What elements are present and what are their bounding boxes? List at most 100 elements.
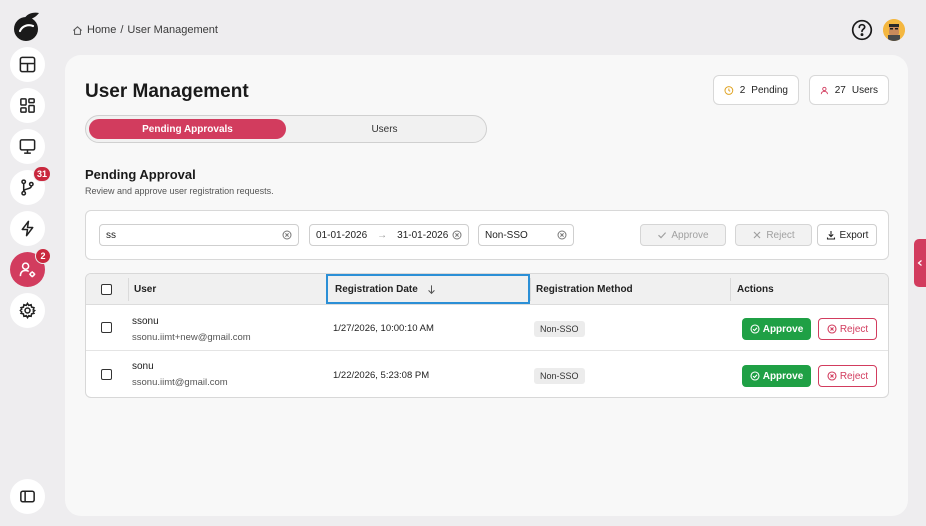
clear-method-icon[interactable] [557, 230, 567, 240]
column-divider [530, 278, 531, 301]
bulk-approve-button[interactable]: Approve [640, 224, 726, 246]
user-gear-icon [19, 262, 36, 278]
tab-users[interactable]: Users [286, 119, 483, 139]
row-checkbox[interactable] [101, 322, 112, 333]
filter-bar: 01-01-2026 → 31-01-2026 Non-SSO Approve … [85, 210, 889, 260]
users-count: 27 [834, 84, 846, 96]
grid-icon [20, 98, 35, 113]
nav-monitor[interactable] [10, 129, 45, 164]
sorted-column-highlight [326, 274, 530, 304]
approve-label: Approve [762, 323, 804, 335]
user-name: sonu [132, 361, 154, 372]
breadcrumb-current: User Management [127, 24, 218, 36]
nav-user-management[interactable]: 2 [10, 248, 51, 287]
layout-icon [19, 56, 36, 73]
pending-count-badge[interactable]: 2 Pending [713, 75, 799, 105]
x-circle-icon [827, 324, 837, 334]
nav-settings[interactable] [10, 293, 45, 328]
bulk-approve-label: Approve [671, 229, 709, 241]
nav-widgets[interactable] [10, 88, 45, 123]
pending-count: 2 [739, 84, 746, 96]
reject-button[interactable]: Reject [818, 365, 877, 387]
reject-label: Reject [839, 323, 869, 335]
help-icon[interactable] [851, 19, 873, 41]
x-circle-icon [827, 371, 837, 381]
user-email: ssonu.iimt+new@gmail.com [132, 332, 251, 343]
breadcrumb-separator: / [120, 24, 124, 36]
home-icon[interactable] [72, 25, 83, 36]
export-label: Export [839, 229, 869, 241]
column-divider [128, 278, 129, 301]
section-title: Pending Approval [85, 167, 196, 182]
search-input[interactable] [106, 229, 276, 241]
column-header-actions: Actions [737, 284, 774, 295]
user-icon [820, 86, 828, 94]
approve-button[interactable]: Approve [742, 318, 811, 340]
date-range-picker[interactable]: 01-01-2026 → 31-01-2026 [309, 224, 469, 246]
user-avatar[interactable] [883, 19, 905, 41]
date-to: 31-01-2026 [397, 229, 449, 241]
clear-search-icon[interactable] [282, 230, 292, 240]
lightning-icon [21, 220, 34, 237]
user-name: ssonu [132, 316, 159, 327]
nav-workflows[interactable]: 31 [10, 166, 51, 205]
branch-icon [21, 179, 34, 196]
reject-label: Reject [839, 370, 869, 382]
breadcrumb-home[interactable]: Home [87, 24, 116, 36]
users-label: Users [851, 84, 878, 96]
tab-pending-approvals[interactable]: Pending Approvals [89, 119, 286, 139]
notification-badge: 2 [35, 248, 51, 264]
avatar-icon [883, 19, 905, 41]
date-from: 01-01-2026 [316, 229, 368, 241]
x-icon [753, 231, 761, 239]
chevron-left-icon [917, 260, 922, 266]
gear-icon [19, 301, 36, 320]
row-checkbox[interactable] [101, 369, 112, 380]
column-divider [730, 278, 731, 301]
bulk-reject-label: Reject [766, 229, 795, 241]
user-email: ssonu.iimt@gmail.com [132, 377, 228, 388]
column-header-user[interactable]: User [134, 274, 156, 305]
nav-dashboard[interactable] [10, 47, 45, 82]
section-subtitle: Review and approve user registration req… [85, 186, 274, 196]
clear-date-icon[interactable] [452, 230, 462, 240]
table-row: ssonu ssonu.iimt+new@gmail.com 1/27/2026… [86, 305, 888, 351]
table-row: sonu ssonu.iimt@gmail.com 1/22/2026, 5:2… [86, 352, 888, 397]
reject-button[interactable]: Reject [818, 318, 877, 340]
search-field [99, 224, 299, 246]
nav-automation[interactable] [10, 211, 45, 246]
bulk-reject-button[interactable]: Reject [735, 224, 812, 246]
registration-method-chip: Non-SSO [534, 321, 585, 337]
pending-users-table: User Registration Date Registration Meth… [85, 273, 889, 398]
approve-label: Approve [762, 370, 804, 382]
users-count-badge[interactable]: 27 Users [809, 75, 889, 105]
breadcrumb: Home / User Management [72, 24, 218, 36]
registration-date: 1/22/2026, 5:23:08 PM [333, 370, 430, 381]
sidebar: 31 2 [0, 0, 54, 526]
download-icon [826, 231, 835, 240]
clock-icon [724, 85, 734, 95]
export-button[interactable]: Export [817, 224, 877, 246]
main-content: User Management 2 Pending 27 Users Pendi… [65, 55, 908, 516]
monitor-icon [19, 139, 36, 154]
collapse-sidebar-button[interactable] [10, 479, 45, 514]
check-icon [658, 232, 667, 239]
method-select-value: Non-SSO [485, 229, 528, 241]
pending-label: Pending [751, 84, 788, 96]
check-circle-icon [750, 371, 760, 381]
select-all-checkbox[interactable] [101, 284, 112, 295]
page-title: User Management [85, 81, 249, 102]
side-panel-toggle[interactable] [914, 239, 926, 287]
brand-logo-icon[interactable] [12, 10, 42, 42]
registration-method-chip: Non-SSO [534, 368, 585, 384]
sidebar-toggle-icon [20, 490, 35, 503]
date-range-arrow: → [377, 229, 388, 241]
registration-date: 1/27/2026, 10:00:10 AM [333, 323, 434, 334]
tab-bar: Pending Approvals Users [85, 115, 487, 143]
column-header-registration-method[interactable]: Registration Method [536, 274, 633, 305]
notification-badge: 31 [32, 166, 51, 182]
method-select[interactable]: Non-SSO [478, 224, 574, 246]
table-header: User Registration Date Registration Meth… [86, 274, 888, 305]
approve-button[interactable]: Approve [742, 365, 811, 387]
check-circle-icon [750, 324, 760, 334]
